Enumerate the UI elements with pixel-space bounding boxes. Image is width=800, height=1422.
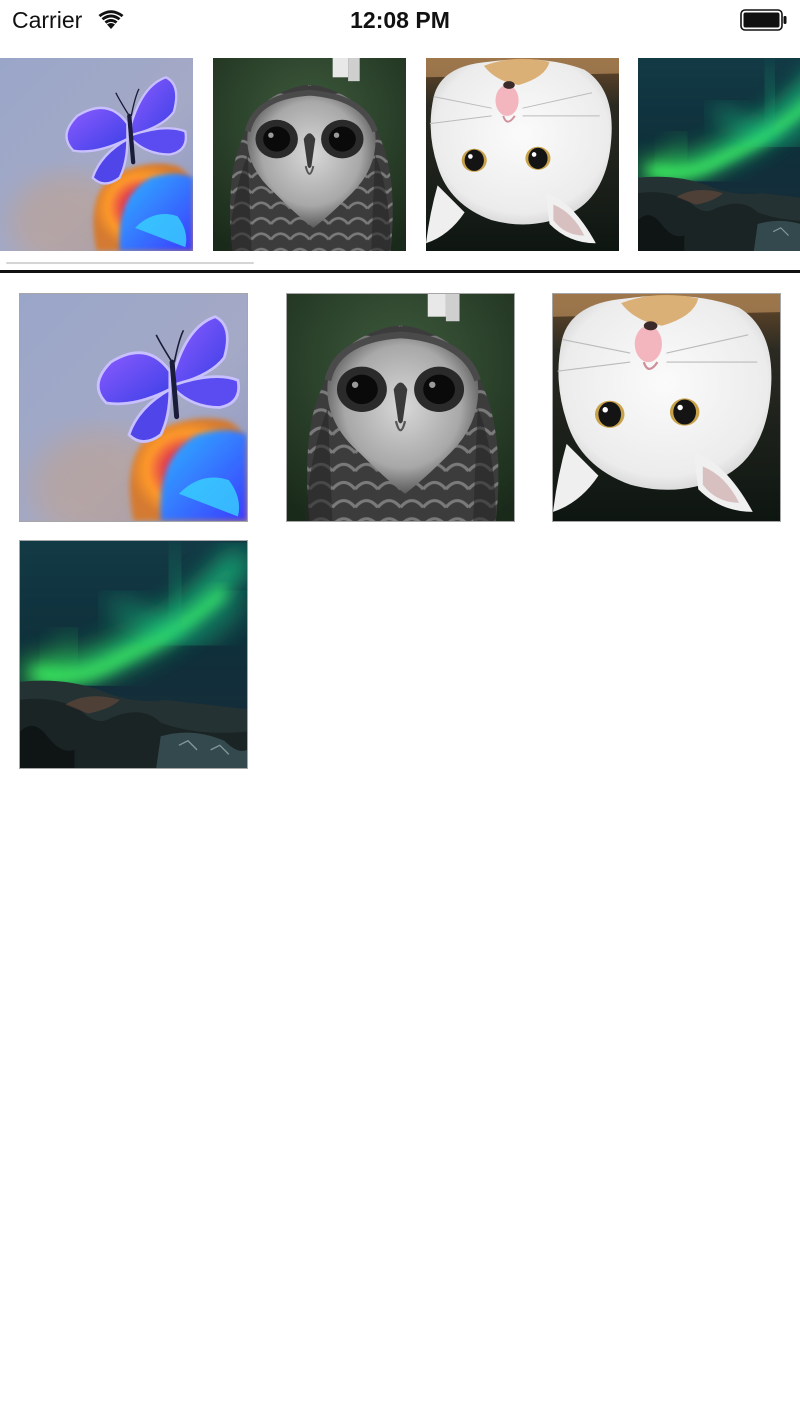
strip-photo-cat[interactable] — [426, 58, 619, 251]
aurora-image — [638, 58, 800, 251]
section-divider — [0, 270, 800, 273]
horizontal-scroll-indicator[interactable] — [6, 262, 254, 264]
strip-photo-butterfly[interactable] — [0, 58, 193, 251]
grid-photo-owl[interactable] — [287, 294, 514, 521]
horizontal-photo-strip[interactable] — [0, 58, 800, 251]
grid-photo-butterfly[interactable] — [20, 294, 247, 521]
grid-photo-cat[interactable] — [553, 294, 780, 521]
strip-photo-aurora[interactable] — [638, 58, 800, 251]
owl-image — [287, 294, 514, 521]
butterfly-image — [0, 58, 193, 251]
cat-image — [553, 294, 780, 521]
grid-photo-aurora[interactable] — [20, 541, 247, 768]
aurora-image — [20, 541, 247, 768]
butterfly-image — [20, 294, 247, 521]
status-bar: Carrier 12:08 PM — [0, 0, 800, 40]
battery-full-icon — [740, 9, 788, 31]
owl-image — [213, 58, 406, 251]
strip-photo-owl[interactable] — [213, 58, 406, 251]
status-clock: 12:08 PM — [350, 7, 450, 33]
cat-image — [426, 58, 619, 251]
